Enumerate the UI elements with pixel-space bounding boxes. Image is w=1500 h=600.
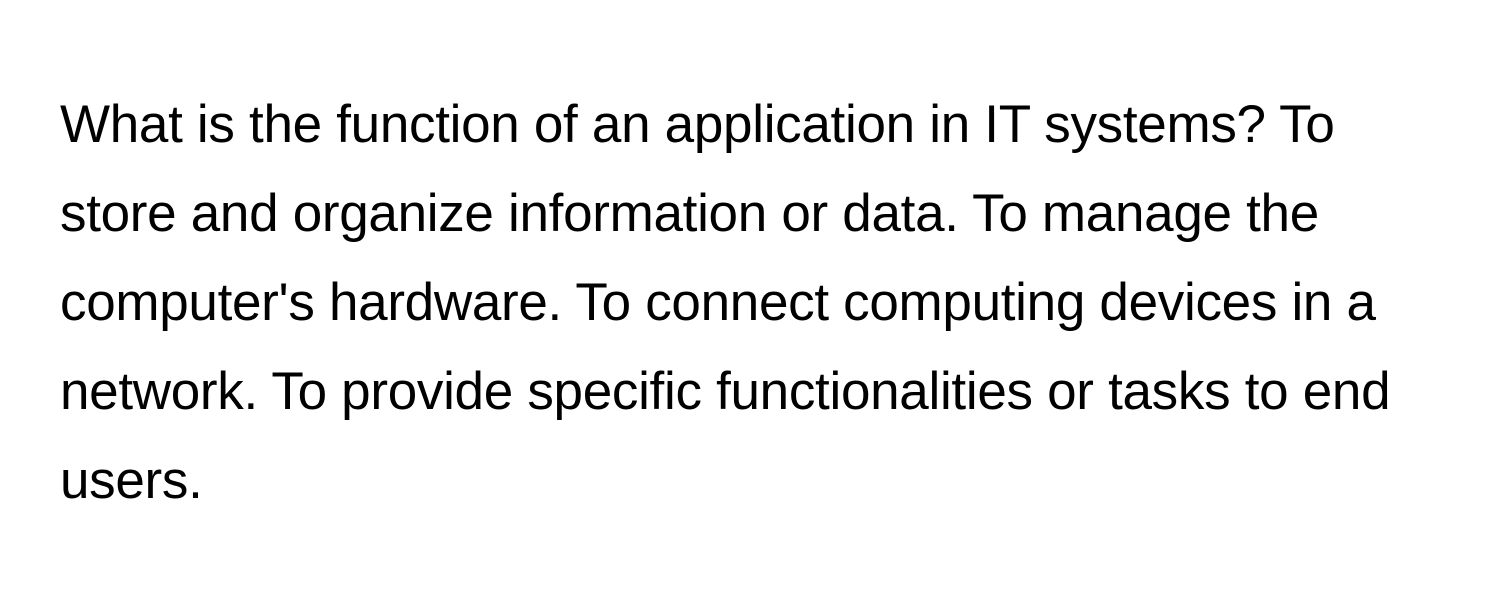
question-text-block: What is the function of an application i…: [60, 80, 1440, 525]
